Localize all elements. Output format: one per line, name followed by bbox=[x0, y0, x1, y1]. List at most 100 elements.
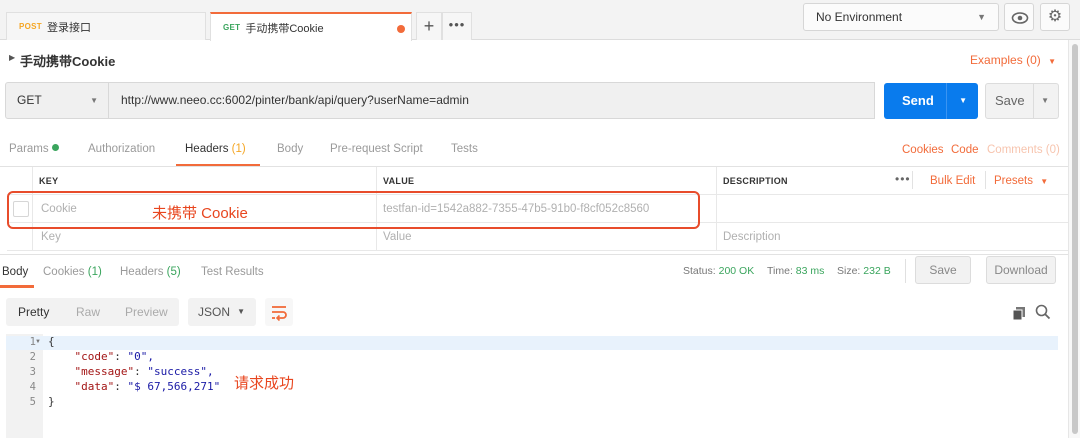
tab-title: 手动携带Cookie bbox=[245, 22, 324, 35]
download-button[interactable]: Download bbox=[986, 256, 1056, 284]
time-label: Time: bbox=[767, 265, 793, 277]
send-button[interactable]: Send ▼ bbox=[884, 83, 978, 119]
chevron-down-icon[interactable]: ▼ bbox=[959, 83, 967, 119]
method-tag: GET bbox=[223, 23, 241, 32]
format-pretty-button[interactable]: Pretty bbox=[18, 305, 49, 319]
comments-link[interactable]: Comments (0) bbox=[987, 144, 1060, 156]
eye-icon bbox=[1011, 12, 1029, 24]
environment-quick-look-button[interactable] bbox=[1004, 3, 1034, 31]
chevron-down-icon[interactable]: ▼ bbox=[1041, 84, 1049, 118]
value-column-header: VALUE bbox=[377, 167, 717, 194]
line-number: 3 bbox=[29, 366, 36, 378]
format-raw-button[interactable]: Raw bbox=[76, 305, 100, 319]
scrollbar[interactable] bbox=[1068, 40, 1080, 438]
cookies-link[interactable]: Cookies bbox=[902, 144, 944, 156]
response-tab-test-results[interactable]: Test Results bbox=[201, 266, 264, 278]
more-options-icon[interactable]: ••• bbox=[895, 172, 911, 186]
tab-body[interactable]: Body bbox=[277, 143, 303, 155]
status-label: Status: bbox=[683, 265, 716, 277]
save-response-button[interactable]: Save bbox=[915, 256, 971, 284]
line-number: 1 bbox=[29, 336, 36, 348]
tab-label: Cookies bbox=[43, 266, 85, 278]
url-input[interactable]: http://www.neeo.cc:6002/pinter/bank/api/… bbox=[109, 82, 875, 119]
code-line: "data": "$ 67,566,271" bbox=[74, 380, 221, 393]
unsaved-dot-icon bbox=[397, 25, 405, 33]
json-value: "success", bbox=[147, 365, 214, 378]
tab-headers[interactable]: Headers (1) bbox=[185, 143, 246, 155]
status-value: 200 OK bbox=[718, 265, 755, 277]
headers-count: (1) bbox=[231, 143, 246, 155]
method-select[interactable]: GET ▼ bbox=[5, 82, 109, 119]
code-link[interactable]: Code bbox=[951, 144, 979, 156]
request-tab-bar: POST 登录接口 GET 手动携带Cookie + ••• No Enviro… bbox=[0, 0, 1080, 41]
expand-arrow-icon[interactable]: ▶ bbox=[9, 53, 15, 62]
json-key: "message" bbox=[74, 365, 135, 378]
json-value: "0", bbox=[127, 350, 155, 363]
scrollbar-thumb[interactable] bbox=[1072, 44, 1078, 434]
code-line: { bbox=[48, 335, 55, 348]
tab-params[interactable]: Params bbox=[9, 143, 59, 155]
gear-icon: ⚙ bbox=[1047, 8, 1063, 25]
headers-count: (5) bbox=[166, 266, 181, 278]
search-icon[interactable] bbox=[1034, 303, 1052, 321]
tab-tests[interactable]: Tests bbox=[451, 143, 478, 155]
response-body-editor[interactable]: 1 ▼ { 2 "code": "0", 3 "message": "succe… bbox=[6, 334, 1058, 438]
tab-label: Headers bbox=[120, 266, 164, 278]
copy-icon[interactable] bbox=[1011, 305, 1027, 321]
method-label: GET bbox=[17, 93, 42, 107]
time-indicator: Time: 83 ms bbox=[767, 265, 824, 277]
save-request-button[interactable]: Save ▼ bbox=[985, 83, 1059, 119]
json-key: "code" bbox=[74, 350, 115, 363]
header-description-field[interactable] bbox=[717, 195, 1068, 222]
presets-link[interactable]: Presets ▼ bbox=[994, 175, 1048, 187]
environment-select[interactable]: No Environment ▼ bbox=[803, 3, 999, 31]
active-tab-underline bbox=[0, 285, 34, 288]
size-indicator: Size: 232 B bbox=[837, 265, 891, 277]
tab-cookie-request[interactable]: GET 手动携带Cookie bbox=[210, 12, 412, 41]
json-value: "$ 67,566,271" bbox=[127, 380, 221, 393]
language-select[interactable]: JSON ▼ bbox=[188, 298, 256, 326]
tab-label: Params bbox=[9, 143, 49, 155]
response-tab-cookies[interactable]: Cookies (1) bbox=[43, 266, 102, 278]
send-label: Send bbox=[902, 93, 934, 108]
wrap-lines-icon bbox=[272, 306, 287, 322]
request-name-row: ▶ 手动携带Cookie Examples (0) ▼ bbox=[0, 48, 1068, 72]
bulk-edit-link[interactable]: Bulk Edit bbox=[930, 175, 975, 187]
line-number: 4 bbox=[29, 381, 36, 393]
format-preview-button[interactable]: Preview bbox=[125, 305, 168, 319]
tab-login-request[interactable]: POST 登录接口 bbox=[6, 12, 206, 40]
line-number: 2 bbox=[29, 351, 36, 363]
code-line: } bbox=[48, 395, 55, 408]
active-line-highlight bbox=[6, 336, 1058, 350]
tab-more-button[interactable]: ••• bbox=[442, 12, 472, 40]
divider bbox=[985, 171, 986, 189]
examples-link[interactable]: Examples (0) ▼ bbox=[970, 53, 1056, 67]
code-line: "message": "success", bbox=[74, 365, 214, 378]
wrap-lines-button[interactable] bbox=[265, 298, 293, 326]
tab-label: Headers bbox=[185, 143, 229, 155]
environment-label: No Environment bbox=[816, 10, 903, 24]
annotation-highlight-box bbox=[7, 191, 700, 229]
size-label: Size: bbox=[837, 265, 861, 277]
key-column-header: KEY bbox=[33, 167, 377, 194]
annotation-success: 请求成功 bbox=[234, 375, 295, 392]
settings-button[interactable]: ⚙ bbox=[1040, 3, 1070, 31]
divider bbox=[905, 259, 906, 283]
request-name[interactable]: 手动携带Cookie bbox=[20, 51, 115, 70]
tab-pre-request-script[interactable]: Pre-request Script bbox=[330, 143, 423, 155]
divider bbox=[946, 83, 947, 119]
new-description-field[interactable]: Description bbox=[717, 223, 1068, 250]
add-tab-button[interactable]: + bbox=[416, 12, 442, 40]
response-tab-body[interactable]: Body bbox=[2, 266, 28, 278]
active-dot-icon bbox=[51, 144, 59, 151]
response-tab-headers[interactable]: Headers (5) bbox=[120, 266, 181, 278]
fold-arrow-icon[interactable]: ▼ bbox=[35, 339, 41, 345]
tab-authorization[interactable]: Authorization bbox=[88, 143, 155, 155]
line-number: 5 bbox=[29, 396, 36, 408]
checkbox-column bbox=[7, 167, 33, 194]
request-tabs: Params Authorization Headers (1) Body Pr… bbox=[0, 136, 1068, 167]
annotation-no-cookie: 未携带 Cookie bbox=[152, 205, 248, 222]
divider bbox=[1033, 84, 1034, 118]
size-value: 232 B bbox=[863, 265, 891, 277]
chevron-down-icon: ▼ bbox=[1040, 177, 1049, 186]
